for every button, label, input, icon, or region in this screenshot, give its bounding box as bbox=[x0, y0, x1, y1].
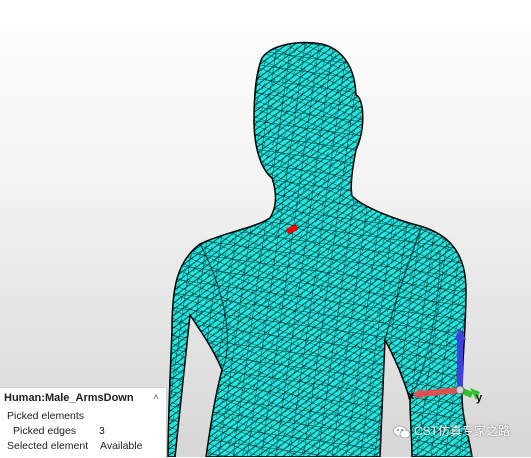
axis-y-label: y bbox=[476, 392, 483, 404]
watermark: CST仿真专家之路 bbox=[393, 422, 510, 442]
selected-element-label: Selected element bbox=[7, 440, 89, 452]
wechat-icon bbox=[393, 425, 411, 439]
watermark-text: CST仿真专家之路 bbox=[414, 424, 511, 438]
selected-element-row: Selected element Available bbox=[7, 440, 142, 452]
picked-elements-label: Picked elements bbox=[7, 410, 85, 422]
picked-info-panel: Human:Male_ArmsDown ˄ Picked elements Pi… bbox=[0, 387, 167, 458]
panel-title: Human:Male_ArmsDown bbox=[4, 392, 134, 404]
picked-edges-row: Picked edges 3 bbox=[13, 425, 105, 437]
picked-elements-row: Picked elements bbox=[7, 410, 84, 422]
selected-element-value: Available bbox=[100, 440, 143, 452]
axis-x-label: x bbox=[408, 390, 415, 402]
picked-edges-value: 3 bbox=[99, 425, 105, 437]
chevron-up-icon[interactable]: ˄ bbox=[150, 391, 162, 403]
picked-edges-label: Picked edges bbox=[13, 425, 77, 437]
